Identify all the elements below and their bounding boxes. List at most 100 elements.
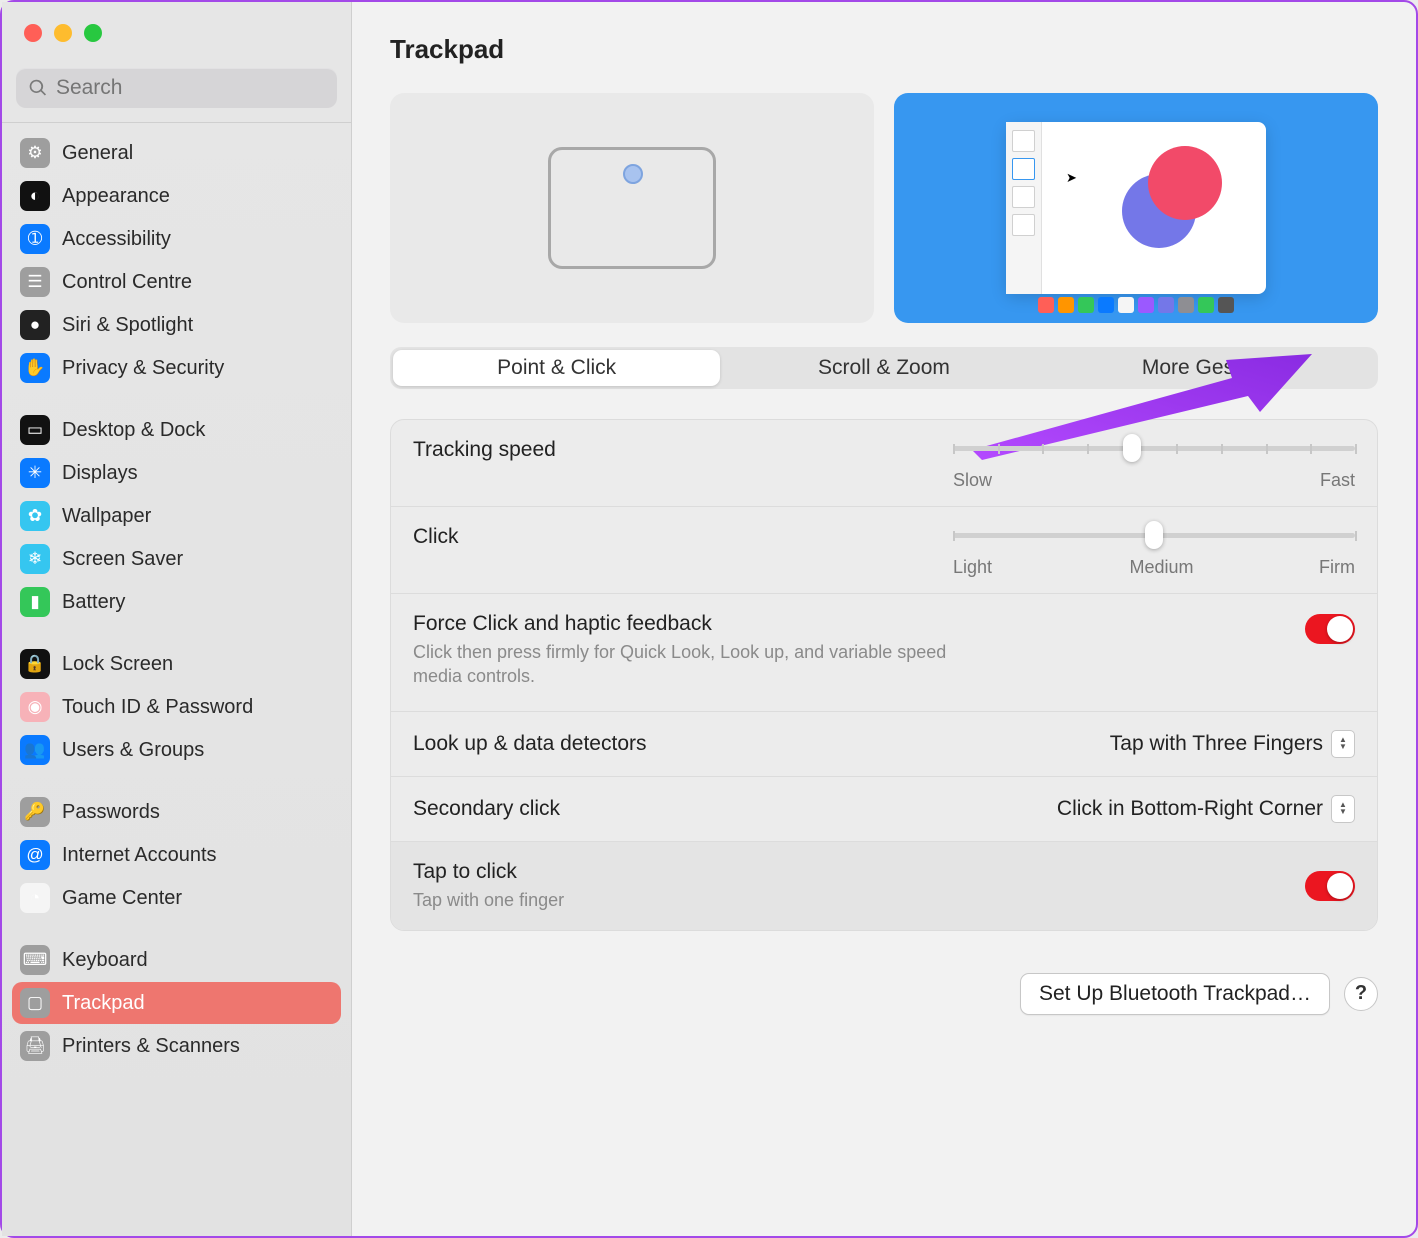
- sidebar-item-printers-scanners[interactable]: 🖨Printers & Scanners: [12, 1025, 341, 1067]
- row-tracking-speed: Tracking speed Slow Fast: [391, 420, 1377, 507]
- game-center-icon: ◔: [20, 883, 50, 913]
- sidebar-item-battery[interactable]: ▮Battery: [12, 581, 341, 623]
- force-click-sub: Click then press firmly for Quick Look, …: [413, 640, 993, 689]
- sidebar-item-control-centre[interactable]: ☰Control Centre: [12, 261, 341, 303]
- sidebar-item-wallpaper[interactable]: ✿ Wallpaper: [12, 495, 341, 537]
- sidebar-item-label: Screen Saver: [62, 548, 183, 571]
- sidebar: ⚙ General ◐Appearance ➀ Accessibility ☰Contro…: [2, 2, 352, 1236]
- accessibility-icon: ➀: [20, 224, 50, 254]
- mini-window-icon: ➤: [1006, 122, 1266, 294]
- search-icon: [28, 77, 48, 99]
- stepper-icon: ▲▼: [1331, 730, 1355, 758]
- sidebar-item-trackpad[interactable]: ▢ Trackpad: [12, 982, 341, 1024]
- force-click-toggle[interactable]: [1305, 614, 1355, 644]
- secondary-click-value: Click in Bottom-Right Corner: [1057, 797, 1323, 821]
- sidebar-divider: [2, 122, 351, 123]
- sidebar-item-label: Touch ID & Password: [62, 696, 253, 719]
- slider-max-label: Fast: [1320, 470, 1355, 491]
- sidebar-item-users-groups[interactable]: 👥Users & Groups: [12, 729, 341, 771]
- secondary-click-select[interactable]: Click in Bottom-Right Corner ▲▼: [1057, 795, 1355, 823]
- sidebar-item-internet-accounts[interactable]: @Internet Accounts: [12, 834, 341, 876]
- trackpad-touch-dot: [623, 164, 643, 184]
- secondary-click-label: Secondary click: [413, 797, 560, 821]
- cursor-icon: ➤: [1066, 170, 1077, 186]
- slider-mid-label: Medium: [1130, 557, 1194, 578]
- sidebar-item-keyboard[interactable]: ⌨ Keyboard: [12, 939, 341, 981]
- close-window-button[interactable]: [24, 24, 42, 42]
- passwords-icon: 🔑: [20, 797, 50, 827]
- tab-scroll-and-zoom[interactable]: Scroll & Zoom: [720, 350, 1047, 386]
- slider-knob[interactable]: [1145, 521, 1163, 549]
- sidebar-item-label: Displays: [62, 462, 138, 485]
- sidebar-item-label: Control Centre: [62, 271, 192, 294]
- sidebar-item-lock-screen[interactable]: 🔒Lock Screen: [12, 643, 341, 685]
- search-field[interactable]: [16, 68, 337, 108]
- force-click-label: Force Click and haptic feedback: [413, 612, 1355, 636]
- trackpad-preview: [390, 93, 874, 323]
- system-settings-window: ⚙ General ◐Appearance ➀ Accessibility ☰Contro…: [0, 0, 1418, 1238]
- tab-more-gestures[interactable]: More Gestures: [1048, 350, 1375, 386]
- main-content: Trackpad ➤: [352, 2, 1416, 1236]
- lock-screen-icon: 🔒: [20, 649, 50, 679]
- sidebar-item-label: Keyboard: [62, 949, 148, 972]
- preview-row: ➤: [390, 93, 1378, 323]
- help-button[interactable]: ?: [1344, 977, 1378, 1011]
- minimize-window-button[interactable]: [54, 24, 72, 42]
- sidebar-item-siri-spotlight[interactable]: ●Siri & Spotlight: [12, 304, 341, 346]
- touch-id-password-icon: ◉: [20, 692, 50, 722]
- sidebar-item-accessibility[interactable]: ➀ Accessibility: [12, 218, 341, 260]
- tap-to-click-label: Tap to click: [413, 860, 1355, 884]
- sidebar-item-touch-id-password[interactable]: ◉ Touch ID & Password: [12, 686, 341, 728]
- sidebar-item-desktop-dock[interactable]: ▭Desktop & Dock: [12, 409, 341, 451]
- row-tap-to-click: Tap to click Tap with one finger: [391, 842, 1377, 930]
- settings-list: Tracking speed Slow Fast Click Light Med…: [390, 419, 1378, 931]
- mini-dock: [1038, 297, 1234, 313]
- slider-max-label: Firm: [1319, 557, 1355, 578]
- sidebar-item-label: Battery: [62, 591, 125, 614]
- row-secondary-click: Secondary click Click in Bottom-Right Co…: [391, 777, 1377, 842]
- wallpaper-icon: ✿: [20, 501, 50, 531]
- sidebar-item-screen-saver[interactable]: ❄ Screen Saver: [12, 538, 341, 580]
- sidebar-item-label: Wallpaper: [62, 505, 151, 528]
- appearance-icon: ◐: [20, 181, 50, 211]
- search-input[interactable]: [56, 76, 325, 100]
- keyboard-icon: ⌨: [20, 945, 50, 975]
- tracking-speed-slider[interactable]: [953, 446, 1355, 451]
- tab-point-and-click[interactable]: Point & Click: [393, 350, 720, 386]
- sidebar-item-label: General: [62, 142, 133, 165]
- lookup-select[interactable]: Tap with Three Fingers ▲▼: [1110, 730, 1355, 758]
- sidebar-item-label: Internet Accounts: [62, 844, 217, 867]
- printers-scanners-icon: 🖨: [20, 1031, 50, 1061]
- sidebar-item-label: Passwords: [62, 801, 160, 824]
- sidebar-item-label: Trackpad: [62, 992, 145, 1015]
- sidebar-item-label: Users & Groups: [62, 739, 204, 762]
- sidebar-item-passwords[interactable]: 🔑 Passwords: [12, 791, 341, 833]
- tap-to-click-sub: Tap with one finger: [413, 888, 1355, 912]
- click-strength-slider[interactable]: [953, 533, 1355, 538]
- row-lookup: Look up & data detectors Tap with Three …: [391, 712, 1377, 777]
- tap-to-click-toggle[interactable]: [1305, 871, 1355, 901]
- page-title: Trackpad: [390, 34, 1378, 65]
- slider-min-label: Slow: [953, 470, 992, 491]
- setup-bluetooth-button[interactable]: Set Up Bluetooth Trackpad…: [1020, 973, 1330, 1015]
- sidebar-item-appearance[interactable]: ◐Appearance: [12, 175, 341, 217]
- siri-spotlight-icon: ●: [20, 310, 50, 340]
- tab-segmented-control: Point & Click Scroll & Zoom More Gesture…: [390, 347, 1378, 389]
- general-icon: ⚙: [20, 138, 50, 168]
- sidebar-item-label: Privacy & Security: [62, 357, 224, 380]
- sidebar-item-privacy-security[interactable]: ✋Privacy & Security: [12, 347, 341, 389]
- slider-knob[interactable]: [1123, 434, 1141, 462]
- sidebar-item-displays[interactable]: ✳Displays: [12, 452, 341, 494]
- maximize-window-button[interactable]: [84, 24, 102, 42]
- sidebar-item-general[interactable]: ⚙ General: [12, 132, 341, 174]
- sidebar-item-game-center[interactable]: ◔ Game Center: [12, 877, 341, 919]
- trackpad-icon: ▢: [20, 988, 50, 1018]
- sidebar-item-label: Accessibility: [62, 228, 171, 251]
- sidebar-item-label: Desktop & Dock: [62, 419, 205, 442]
- bottom-button-row: Set Up Bluetooth Trackpad… ?: [390, 973, 1378, 1015]
- row-click-strength: Click Light Medium Firm: [391, 507, 1377, 594]
- sidebar-item-label: Game Center: [62, 887, 182, 910]
- stepper-icon: ▲▼: [1331, 795, 1355, 823]
- screen-saver-icon: ❄: [20, 544, 50, 574]
- gesture-preview: ➤: [894, 93, 1378, 323]
